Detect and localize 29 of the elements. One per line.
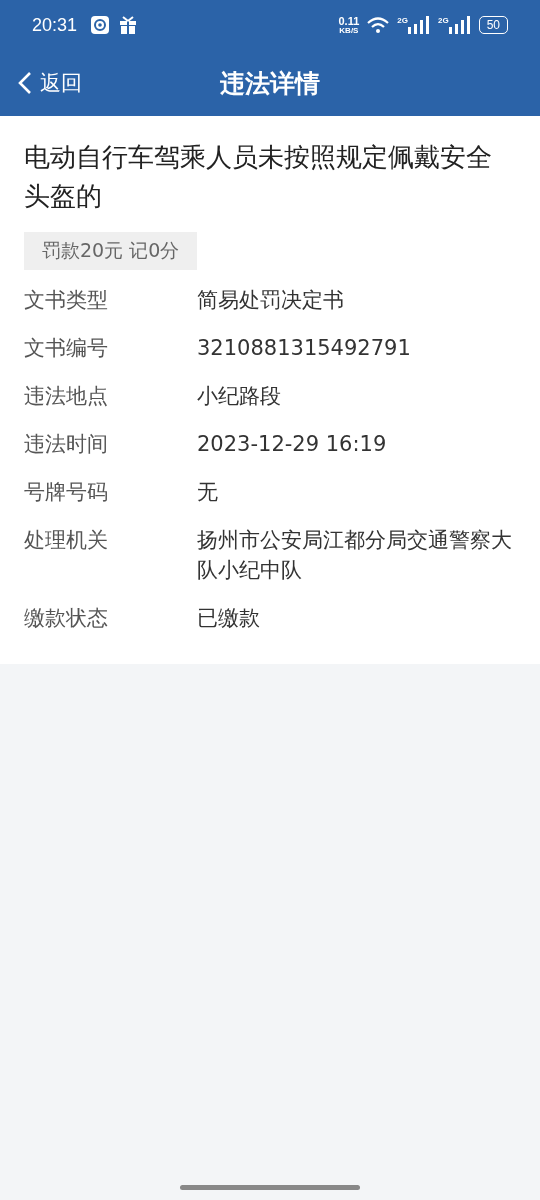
field-label: 违法地点 bbox=[24, 383, 109, 410]
battery-indicator: 50 bbox=[478, 16, 508, 34]
clock-time: 20:31 bbox=[32, 14, 78, 36]
field-value: 小纪路段 bbox=[197, 383, 282, 410]
home-indicator[interactable] bbox=[180, 1185, 360, 1190]
field-label: 号牌号码 bbox=[24, 479, 109, 506]
violation-title: 电动自行车驾乘人员未按照规定佩戴安全头盔的 bbox=[24, 141, 493, 213]
field-value: 2023-12-29 16:19 bbox=[197, 431, 388, 458]
field-value: 已缴款 bbox=[197, 605, 261, 632]
gift-icon bbox=[119, 16, 138, 34]
signal-icon bbox=[448, 16, 471, 34]
network-speed: 0.11 KB/S bbox=[338, 15, 360, 35]
wifi-icon bbox=[367, 16, 390, 34]
field-value: 扬州市公安局江都分局交通警察大队小纪中队 bbox=[197, 527, 513, 584]
penalty-tag: 罚款20元 记0分 bbox=[24, 232, 198, 270]
network-type: 2G bbox=[437, 16, 449, 25]
field-label: 文书类型 bbox=[24, 287, 109, 314]
field-label: 文书编号 bbox=[24, 335, 109, 362]
page-title: 违法详情 bbox=[220, 67, 320, 100]
field-label: 缴款状态 bbox=[24, 605, 109, 632]
field-label: 违法时间 bbox=[24, 431, 109, 458]
back-button[interactable]: 返回 bbox=[0, 69, 82, 97]
network-type: 2G bbox=[397, 16, 408, 25]
field-value: 简易处罚决定书 bbox=[197, 287, 345, 314]
field-value: 3210881315492791 bbox=[197, 335, 412, 362]
field-label: 处理机关 bbox=[24, 527, 109, 554]
field-value: 无 bbox=[197, 479, 219, 506]
signal-icon bbox=[407, 16, 430, 34]
back-chevron-icon bbox=[18, 71, 32, 95]
